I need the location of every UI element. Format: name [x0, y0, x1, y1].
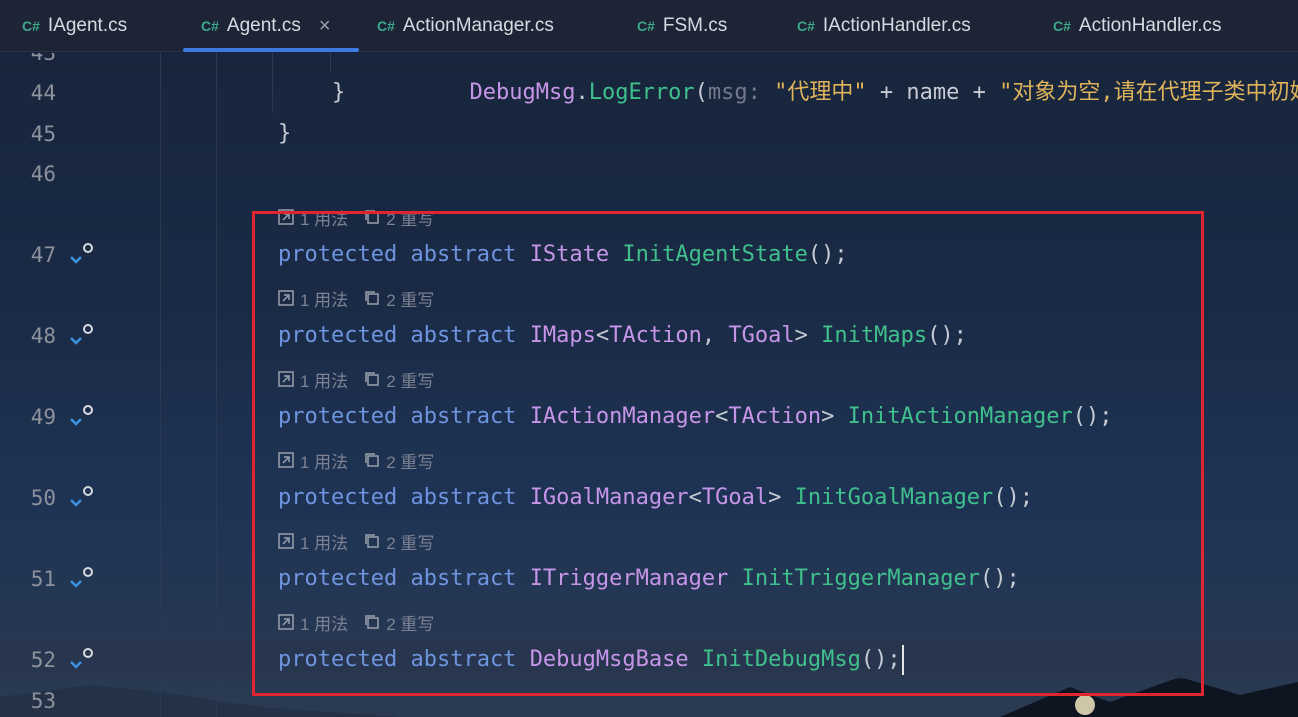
tab-iagent[interactable]: C# IAgent.cs: [22, 0, 127, 52]
code-editor[interactable]: 43 DebugMsg.LogError(msg: "代理中" + name +…: [0, 53, 1298, 717]
csharp-file-icon: C#: [22, 18, 40, 34]
editor-tab-bar: C# IAgent.cs C# Agent.cs × C# ActionMana…: [0, 0, 1298, 52]
tab-label: FSM.cs: [662, 15, 728, 36]
csharp-file-icon: C#: [637, 18, 655, 34]
tab-label: IActionHandler.cs: [822, 15, 971, 36]
tab-agent[interactable]: C# Agent.cs ×: [183, 0, 359, 52]
code-text: }: [332, 80, 346, 105]
code-text: }: [278, 121, 292, 146]
code-line[interactable]: 45 }: [0, 114, 1298, 154]
line-number: 51: [30, 567, 56, 591]
line-number: 53: [30, 689, 56, 713]
tab-label: ActionHandler.cs: [1078, 15, 1222, 36]
close-tab-icon[interactable]: ×: [319, 15, 331, 38]
line-number: 47: [30, 243, 56, 267]
implemented-gutter-icon[interactable]: [68, 239, 98, 271]
red-highlight-annotation: [252, 211, 1204, 696]
tab-fsm[interactable]: C# FSM.cs: [637, 0, 727, 52]
csharp-file-icon: C#: [377, 18, 395, 34]
line-number: 49: [30, 405, 56, 429]
line-number: 52: [30, 648, 56, 672]
implemented-gutter-icon[interactable]: [68, 401, 98, 433]
implemented-gutter-icon[interactable]: [68, 320, 98, 352]
tab-iactionhandler[interactable]: C# IActionHandler.cs: [797, 0, 971, 52]
line-number: 45: [30, 122, 56, 146]
implemented-gutter-icon[interactable]: [68, 563, 98, 595]
csharp-file-icon: C#: [797, 18, 815, 34]
line-number: 48: [30, 324, 56, 348]
csharp-file-icon: C#: [1053, 18, 1071, 34]
line-number: 46: [30, 162, 56, 186]
tab-label: Agent.cs: [226, 15, 301, 36]
tab-actionmanager[interactable]: C# ActionManager.cs: [377, 0, 554, 52]
tab-label: ActionManager.cs: [402, 15, 554, 36]
csharp-file-icon: C#: [201, 18, 219, 34]
line-number: 43: [30, 53, 56, 65]
code-line[interactable]: 44 }: [0, 73, 1298, 113]
tab-actionhandler[interactable]: C# ActionHandler.cs: [1053, 0, 1221, 52]
code-line[interactable]: 43 DebugMsg.LogError(msg: "代理中" + name +…: [0, 53, 1298, 105]
implemented-gutter-icon[interactable]: [68, 644, 98, 676]
line-number: 44: [30, 81, 56, 105]
code-line[interactable]: 46: [0, 154, 1298, 194]
line-number: 50: [30, 486, 56, 510]
tab-label: IAgent.cs: [47, 15, 128, 36]
implemented-gutter-icon[interactable]: [68, 482, 98, 514]
